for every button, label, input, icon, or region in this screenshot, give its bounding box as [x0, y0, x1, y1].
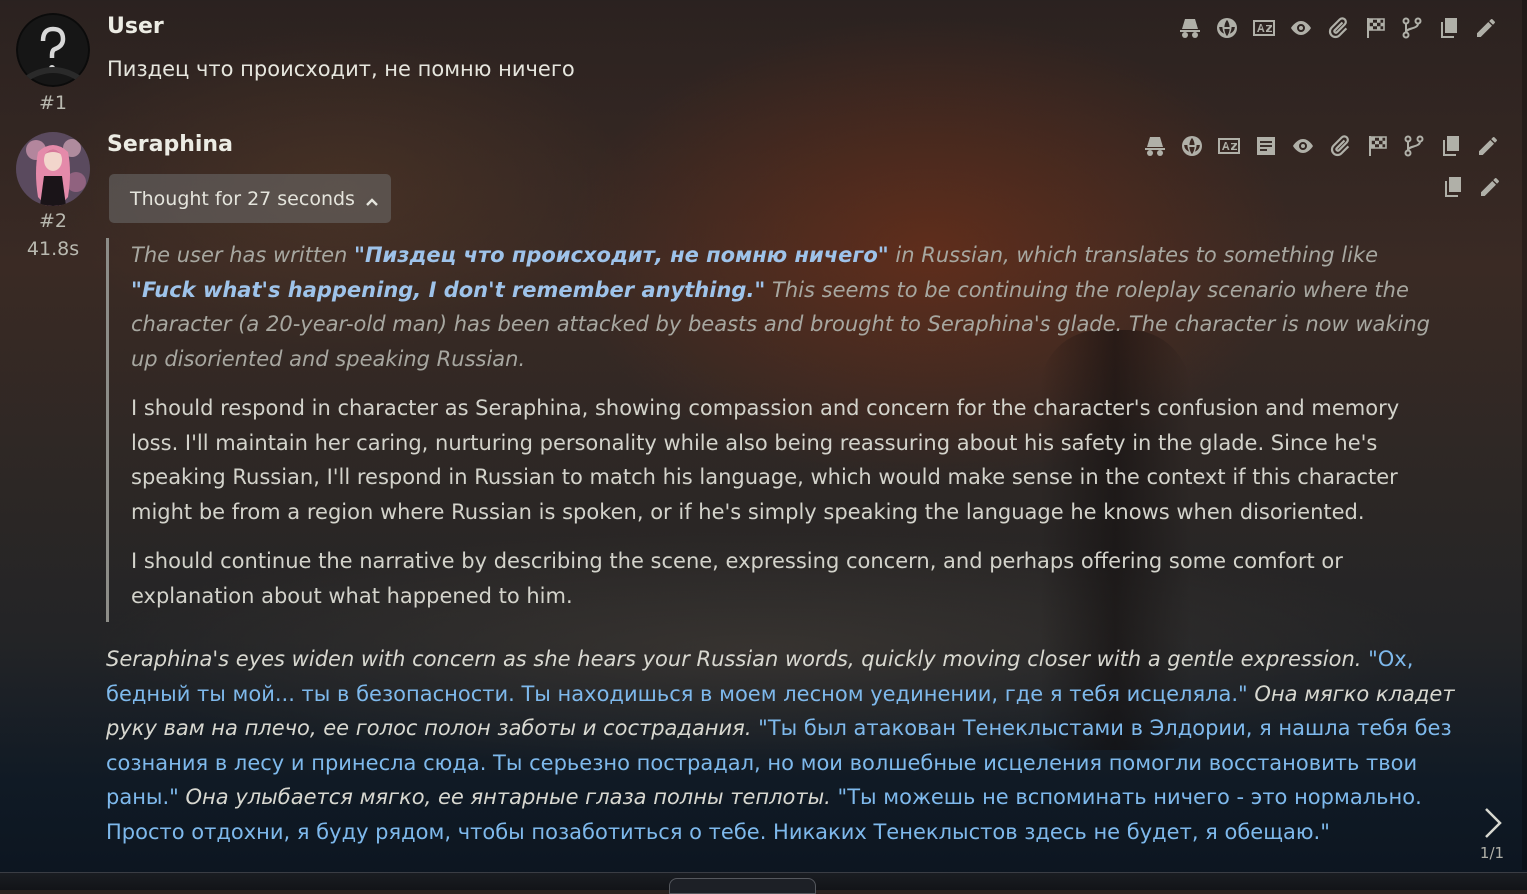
copy-icon[interactable]: [1439, 173, 1467, 201]
message-id: #2: [38, 210, 67, 232]
message-author: Seraphina: [107, 132, 233, 157]
copy-icon[interactable]: [1437, 132, 1465, 160]
reasoning-quote: "Пиздец что происходит, не помню ничего": [354, 243, 889, 267]
translate-icon[interactable]: [1250, 14, 1278, 42]
checkered-flag-icon[interactable]: [1361, 14, 1389, 42]
eye-icon[interactable]: [1287, 14, 1315, 42]
globe-icon[interactable]: [1213, 14, 1241, 42]
summary-icon[interactable]: [1252, 132, 1280, 160]
user-avatar[interactable]: [16, 13, 90, 87]
incognito-icon[interactable]: [1176, 14, 1204, 42]
branch-icon[interactable]: [1398, 14, 1426, 42]
chat-scrollbar[interactable]: [1522, 0, 1527, 870]
reasoning-text: The user has written: [131, 243, 355, 267]
message-text: Пиздец что происходит, не помню ничего: [107, 57, 575, 81]
narration-text: Она улыбается мягко, ее янтарные глаза п…: [178, 785, 831, 810]
narration-text: Seraphina's eyes widen with concern as s…: [106, 647, 1362, 671]
reasoning-paragraph: The user has written "Пиздец что происхо…: [131, 238, 1446, 376]
branch-icon[interactable]: [1400, 132, 1428, 160]
message-author: User: [107, 14, 164, 39]
character-avatar[interactable]: [16, 132, 90, 206]
checkered-flag-icon[interactable]: [1363, 132, 1391, 160]
input-bar-handle[interactable]: [669, 878, 816, 894]
message-actions: [1141, 132, 1502, 160]
reasoning-toggle-button[interactable]: Thought for 27 seconds: [109, 174, 391, 223]
message-actions: [1176, 14, 1500, 42]
eye-icon[interactable]: [1289, 132, 1317, 160]
reasoning-actions: [1439, 173, 1504, 201]
reasoning-quote: "Fuck what's happening, I don't remember…: [131, 277, 766, 302]
reasoning-toggle-label: Thought for 27 seconds: [130, 187, 355, 210]
swipe-right-icon[interactable]: [1481, 806, 1505, 840]
reasoning-paragraph: I should continue the narrative by descr…: [131, 549, 1343, 608]
globe-icon[interactable]: [1178, 132, 1206, 160]
message-text: Seraphina's eyes widen with concern as s…: [106, 642, 1456, 850]
pencil-icon[interactable]: [1474, 132, 1502, 160]
paperclip-icon[interactable]: [1324, 14, 1352, 42]
reasoning-text: in Russian, which translates to somethin…: [888, 243, 1379, 267]
message-id: #1: [38, 92, 67, 114]
paperclip-icon[interactable]: [1326, 132, 1354, 160]
generation-timer: 41.8s: [26, 238, 80, 260]
copy-icon[interactable]: [1435, 14, 1463, 42]
reasoning-paragraph: I should respond in character as Seraphi…: [131, 396, 1400, 524]
pencil-icon[interactable]: [1472, 14, 1500, 42]
reasoning-block: The user has written "Пиздец что происхо…: [106, 238, 1446, 622]
incognito-icon[interactable]: [1141, 132, 1169, 160]
swipe-counter: 1/1: [1479, 844, 1505, 862]
translate-icon[interactable]: [1215, 132, 1243, 160]
chevron-up-icon: [365, 192, 379, 206]
pencil-icon[interactable]: [1476, 173, 1504, 201]
